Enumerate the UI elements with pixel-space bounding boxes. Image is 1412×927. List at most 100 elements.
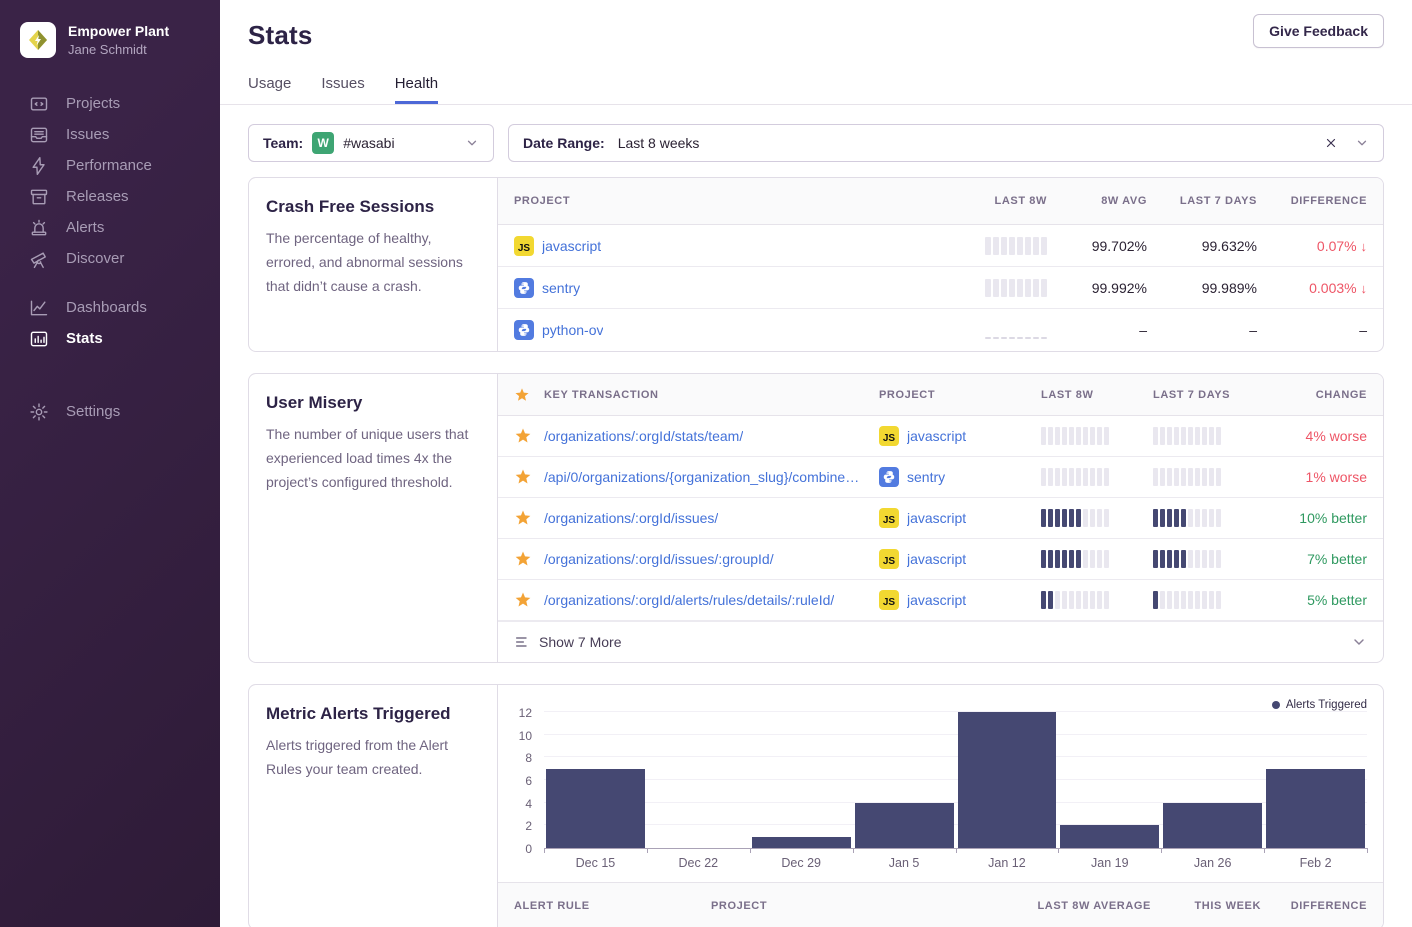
date-range-select[interactable]: Date Range: Last 8 weeks — [508, 124, 1384, 162]
project-link[interactable]: javascript — [542, 238, 601, 254]
x-axis-label: Dec 15 — [544, 856, 647, 870]
panel-title: User Misery — [266, 393, 477, 413]
chart-y-axis: 024681012 — [498, 713, 544, 849]
legend-dot-icon — [1272, 701, 1280, 709]
star-icon[interactable] — [514, 427, 544, 445]
sidebar-item-issues[interactable]: Issues — [0, 119, 220, 150]
chart-plot-area — [544, 713, 1367, 849]
give-feedback-button[interactable]: Give Feedback — [1253, 14, 1384, 48]
javascript-platform-icon: JS — [514, 236, 534, 256]
user-name: Jane Schmidt — [68, 42, 169, 57]
chart-bar[interactable] — [1163, 803, 1262, 848]
last8w-sparkline — [985, 237, 1047, 255]
transaction-link[interactable]: /api/0/organizations/{organization_slug}… — [544, 469, 859, 485]
last7days-sparkline — [1153, 427, 1221, 445]
org-switcher[interactable]: Empower Plant Jane Schmidt — [0, 0, 220, 58]
arrow-down-icon: ↓ — [1361, 281, 1368, 296]
col-last7days: Last 7 Days — [1153, 389, 1265, 401]
team-value: #wasabi — [343, 135, 394, 151]
tab-health[interactable]: Health — [395, 75, 438, 104]
project-link[interactable]: sentry — [907, 469, 945, 485]
empower-plant-logo-icon — [26, 28, 50, 52]
show-more-label: Show 7 More — [539, 634, 621, 650]
chart-bar[interactable] — [958, 712, 1057, 848]
show-more-button[interactable]: Show 7 More — [498, 621, 1383, 662]
projects-icon — [29, 94, 49, 114]
sidebar-item-settings[interactable]: Settings — [0, 396, 220, 427]
last7days-value: 99.632% — [1147, 238, 1257, 254]
sidebar-item-stats[interactable]: Stats — [0, 323, 220, 354]
sidebar-item-label: Dashboards — [66, 299, 147, 316]
tab-usage[interactable]: Usage — [248, 75, 291, 104]
team-avatar: W — [312, 132, 334, 154]
table-row: JS javascript 99.702% 99.632% 0.07% ↓ — [498, 225, 1383, 267]
project-link[interactable]: javascript — [907, 428, 966, 444]
tab-bar: Usage Issues Health — [248, 75, 1384, 104]
sidebar-nav: Projects Issues Performance Releases Ale… — [0, 88, 220, 427]
last8w-sparkline — [1041, 509, 1109, 527]
chart-bar[interactable] — [1266, 769, 1365, 848]
sidebar-item-alerts[interactable]: Alerts — [0, 212, 220, 243]
team-select[interactable]: Team: W #wasabi — [248, 124, 494, 162]
col-project: Project — [514, 195, 927, 207]
star-icon[interactable] — [514, 550, 544, 568]
python-platform-icon — [514, 320, 534, 340]
project-link[interactable]: javascript — [907, 551, 966, 567]
chart-legend: Alerts Triggered — [498, 693, 1383, 713]
sidebar-item-dashboards[interactable]: Dashboards — [0, 292, 220, 323]
sidebar-item-label: Issues — [66, 126, 109, 143]
page-header: Stats Give Feedback Usage Issues Health — [220, 0, 1412, 105]
last7days-value: – — [1147, 322, 1257, 338]
x-axis-label: Jan 12 — [956, 856, 1059, 870]
col-this-week: This Week — [1151, 900, 1261, 912]
sidebar-item-projects[interactable]: Projects — [0, 88, 220, 119]
sidebar-item-label: Stats — [66, 330, 103, 347]
org-avatar — [20, 22, 56, 58]
org-name: Empower Plant — [68, 23, 169, 41]
metric-alerts-panel: Metric Alerts Triggered Alerts triggered… — [248, 684, 1384, 927]
star-icon[interactable] — [514, 468, 544, 486]
col-last8w-average: Last 8w Average — [1001, 900, 1151, 912]
chart-bar[interactable] — [546, 769, 645, 848]
col-8w-avg: 8w Avg — [1047, 195, 1147, 207]
table-header: Key Transaction Project Last 8w Last 7 D… — [498, 374, 1383, 416]
star-icon[interactable] — [514, 509, 544, 527]
project-link[interactable]: javascript — [907, 592, 966, 608]
sidebar-item-performance[interactable]: Performance — [0, 150, 220, 181]
y-axis-label: 6 — [525, 774, 532, 788]
y-axis-label: 10 — [519, 729, 532, 743]
last8w-sparkline — [1041, 468, 1109, 486]
performance-icon — [29, 156, 49, 176]
javascript-platform-icon: JS — [879, 508, 899, 528]
chevron-down-icon[interactable] — [465, 136, 479, 150]
project-link[interactable]: sentry — [542, 280, 580, 296]
sidebar-item-releases[interactable]: Releases — [0, 181, 220, 212]
chevron-down-icon[interactable] — [1355, 136, 1369, 150]
legend-label: Alerts Triggered — [1286, 699, 1367, 711]
y-axis-label: 4 — [525, 797, 532, 811]
transaction-link[interactable]: /organizations/:orgId/issues/:groupId/ — [544, 551, 774, 567]
transaction-link[interactable]: /organizations/:orgId/stats/team/ — [544, 428, 743, 444]
chart-bar[interactable] — [855, 803, 954, 848]
team-label: Team: — [263, 135, 303, 151]
transaction-link[interactable]: /organizations/:orgId/alerts/rules/detai… — [544, 592, 834, 608]
chart-bar[interactable] — [1060, 825, 1159, 848]
y-axis-label: 12 — [519, 706, 532, 720]
clear-icon[interactable] — [1324, 136, 1338, 150]
chevron-down-icon[interactable] — [1351, 634, 1367, 650]
key-transaction-star-icon — [514, 387, 544, 403]
python-platform-icon — [879, 467, 899, 487]
project-link[interactable]: python-ov — [542, 322, 603, 338]
discover-icon — [29, 249, 49, 269]
y-axis-label: 0 — [525, 842, 532, 856]
arrow-down-icon: ↓ — [1361, 239, 1368, 254]
star-icon[interactable] — [514, 591, 544, 609]
last7days-sparkline — [1153, 509, 1221, 527]
chart-bar[interactable] — [752, 837, 851, 848]
transaction-link[interactable]: /organizations/:orgId/issues/ — [544, 510, 718, 526]
tab-issues[interactable]: Issues — [321, 75, 364, 104]
python-platform-icon — [514, 278, 534, 298]
sidebar-item-discover[interactable]: Discover — [0, 243, 220, 274]
project-link[interactable]: javascript — [907, 510, 966, 526]
settings-gear-icon — [29, 402, 49, 422]
